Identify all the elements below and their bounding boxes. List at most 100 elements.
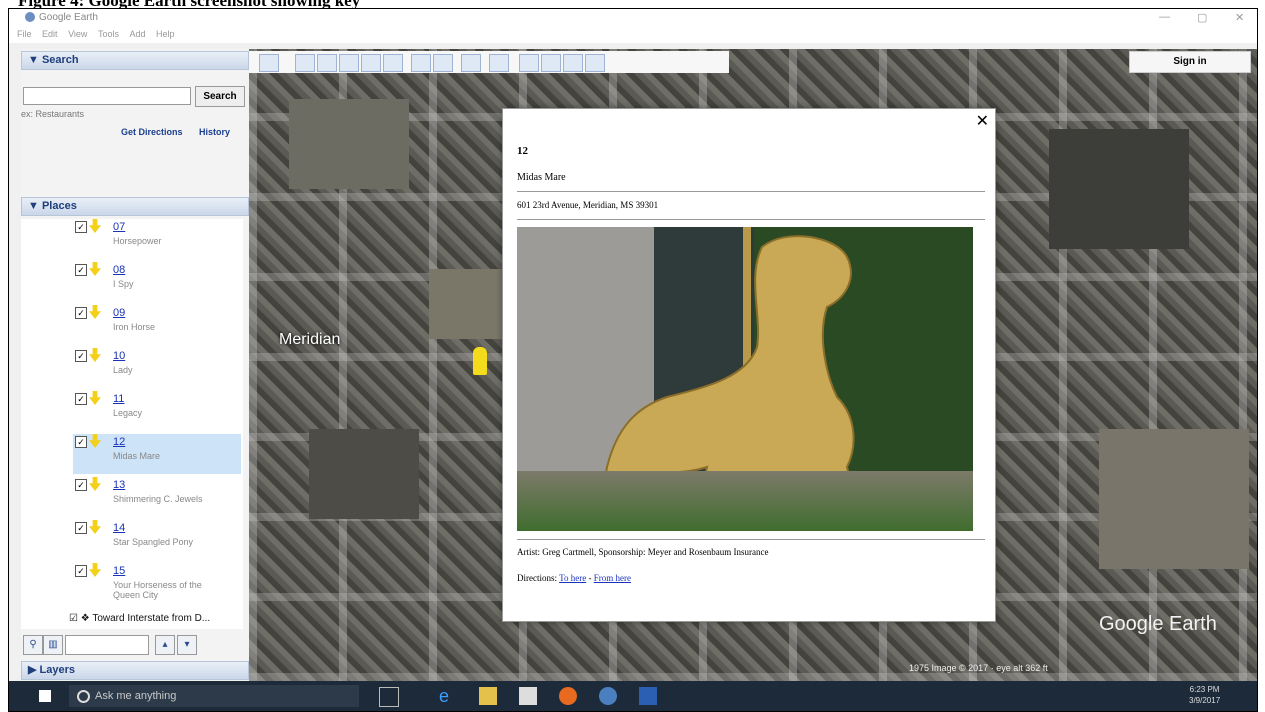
- cortana-search-box[interactable]: Ask me anything: [69, 685, 359, 707]
- place-number[interactable]: 13: [113, 479, 125, 491]
- place-number[interactable]: 08: [113, 264, 125, 276]
- email-icon[interactable]: [519, 54, 539, 72]
- title-bar: Google Earth — ▢ ✕: [9, 9, 1257, 27]
- file-explorer-icon[interactable]: [479, 687, 497, 705]
- system-clock[interactable]: 6:23 PM 3/9/2017: [1189, 684, 1220, 706]
- map-pin-icon[interactable]: [473, 347, 487, 375]
- filter-input[interactable]: [65, 635, 149, 655]
- place-name: Legacy: [113, 408, 143, 418]
- menu-add[interactable]: Add: [129, 29, 145, 39]
- historical-imagery-icon[interactable]: [411, 54, 431, 72]
- layers-panel-header[interactable]: ▶ Layers: [21, 661, 249, 680]
- sign-in-button[interactable]: Sign in: [1129, 51, 1251, 73]
- to-here-link[interactable]: To here: [559, 573, 586, 583]
- clock-date: 3/9/2017: [1189, 696, 1221, 705]
- place-number[interactable]: 07: [113, 221, 125, 233]
- folder-icon: ❖: [80, 613, 90, 624]
- balloon-name: Midas Mare: [517, 172, 566, 183]
- yellow-pin-icon: [89, 391, 101, 405]
- list-item[interactable]: ✓ 07 Horsepower: [73, 219, 241, 259]
- print-icon[interactable]: [541, 54, 561, 72]
- list-item[interactable]: ✓ 08 I Spy: [73, 262, 241, 302]
- places-panel-header[interactable]: ▼ Places: [21, 197, 249, 216]
- list-item[interactable]: ✓ 09 Iron Horse: [73, 305, 241, 345]
- menu-edit[interactable]: Edit: [42, 29, 58, 39]
- windows-start-icon[interactable]: [39, 690, 51, 702]
- checkbox[interactable]: ✓: [75, 264, 87, 276]
- search-input[interactable]: [23, 87, 191, 105]
- ruler-icon[interactable]: [489, 54, 509, 72]
- map-toolbar: [249, 51, 729, 73]
- place-name: Horsepower: [113, 236, 162, 246]
- info-balloon: ✕ 12 Midas Mare 601 23rd Avenue, Meridia…: [502, 108, 996, 622]
- checkbox[interactable]: ✓: [75, 350, 87, 362]
- place-number[interactable]: 10: [113, 350, 125, 362]
- image-overlay-icon[interactable]: [361, 54, 381, 72]
- window-title: Google Earth: [39, 12, 98, 23]
- grass: [517, 471, 973, 531]
- checkbox[interactable]: ✓: [75, 307, 87, 319]
- save-image-icon[interactable]: [563, 54, 583, 72]
- menu-file[interactable]: File: [17, 29, 32, 39]
- checkbox[interactable]: ☑: [69, 613, 78, 624]
- map-block: [309, 429, 419, 519]
- checkbox[interactable]: ✓: [75, 522, 87, 534]
- list-item[interactable]: ✓ 10 Lady: [73, 348, 241, 388]
- from-here-link[interactable]: From here: [594, 573, 631, 583]
- add-polygon-icon[interactable]: [317, 54, 337, 72]
- checkbox[interactable]: ✓: [75, 393, 87, 405]
- word-icon[interactable]: [639, 687, 657, 705]
- place-number[interactable]: 15: [113, 565, 125, 577]
- record-tour-icon[interactable]: [383, 54, 403, 72]
- place-number[interactable]: 09: [113, 307, 125, 319]
- places-toolbar: ⚲ ▥ ▴ ▾: [21, 635, 247, 655]
- sidebar-toggle-icon[interactable]: [259, 54, 279, 72]
- store-icon[interactable]: [519, 687, 537, 705]
- close-icon[interactable]: ✕: [976, 111, 989, 131]
- checkbox[interactable]: ✓: [75, 436, 87, 448]
- checkbox[interactable]: ✓: [75, 565, 87, 577]
- places-list: ✓ 07 Horsepower ✓ 08 I Spy ✓ 09 Iron Hor…: [21, 219, 243, 629]
- toward-interstate-item[interactable]: ☑ ❖ Toward Interstate from D...: [69, 613, 210, 624]
- menu-view[interactable]: View: [68, 29, 87, 39]
- search-panel-header[interactable]: ▼ Search: [21, 51, 249, 70]
- add-placemark-icon[interactable]: [295, 54, 315, 72]
- close-window-icon[interactable]: ✕: [1235, 11, 1244, 24]
- checkbox[interactable]: ✓: [75, 221, 87, 233]
- map-block: [1049, 129, 1189, 249]
- list-item[interactable]: ✓ 13 Shimmering C. Jewels: [73, 477, 241, 517]
- maximize-icon[interactable]: ▢: [1197, 11, 1207, 24]
- search-icon[interactable]: ⚲: [23, 635, 43, 655]
- google-earth-watermark: Google Earth: [1099, 613, 1217, 635]
- move-up-icon[interactable]: ▴: [155, 635, 175, 655]
- menu-tools[interactable]: Tools: [98, 29, 119, 39]
- list-item[interactable]: ✓ 14 Star Spangled Pony: [73, 520, 241, 560]
- cortana-placeholder: Ask me anything: [95, 690, 177, 702]
- add-path-icon[interactable]: [339, 54, 359, 72]
- menu-help[interactable]: Help: [156, 29, 175, 39]
- firefox-icon[interactable]: [559, 687, 577, 705]
- list-item[interactable]: ✓ 11 Legacy: [73, 391, 241, 431]
- edge-icon[interactable]: e: [439, 687, 457, 705]
- place-number[interactable]: 12: [113, 436, 125, 448]
- move-down-icon[interactable]: ▾: [177, 635, 197, 655]
- view-in-maps-icon[interactable]: [585, 54, 605, 72]
- planets-icon[interactable]: [461, 54, 481, 72]
- search-button[interactable]: Search: [195, 86, 245, 107]
- place-number[interactable]: 11: [113, 393, 124, 405]
- list-item[interactable]: ✓ 15 Your Horseness of the Queen City: [73, 563, 241, 613]
- list-item-selected[interactable]: ✓ 12 Midas Mare: [73, 434, 241, 474]
- map-status-bar: 1975 Image © 2017 · eye alt 362 ft: [909, 663, 1048, 673]
- task-view-icon[interactable]: [379, 687, 399, 707]
- windows-taskbar: Ask me anything e 6:23 PM 3/9/2017: [9, 681, 1257, 711]
- checkbox[interactable]: ✓: [75, 479, 87, 491]
- get-directions-link[interactable]: Get Directions: [121, 127, 183, 137]
- sunlight-icon[interactable]: [433, 54, 453, 72]
- minimize-icon[interactable]: —: [1159, 11, 1170, 23]
- place-number[interactable]: 14: [113, 522, 125, 534]
- history-link[interactable]: History: [199, 127, 230, 137]
- directions-row: Directions: To here - From here: [517, 573, 631, 583]
- panel-toggle-icon[interactable]: ▥: [43, 635, 63, 655]
- google-earth-taskbar-icon[interactable]: [599, 687, 617, 705]
- menu-bar: File Edit View Tools Add Help: [9, 27, 1257, 43]
